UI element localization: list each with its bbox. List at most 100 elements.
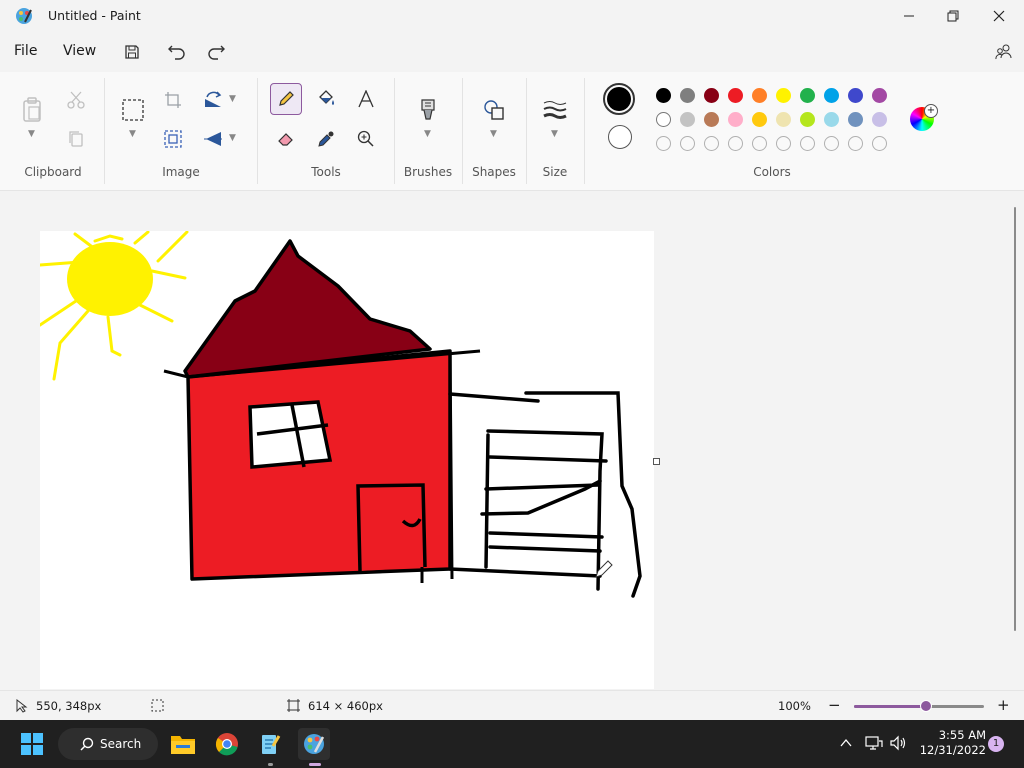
color-swatch[interactable]: [752, 88, 767, 103]
clock[interactable]: 3:55 AM 12/31/2022: [916, 728, 986, 758]
redo-button[interactable]: [202, 40, 230, 64]
color-swatch[interactable]: [728, 88, 743, 103]
select-chevron-icon[interactable]: ▼: [129, 129, 136, 139]
zoom-slider[interactable]: [854, 700, 984, 712]
minimize-button[interactable]: [886, 0, 932, 32]
menu-file[interactable]: File: [14, 43, 37, 59]
chevron-up-icon[interactable]: [840, 737, 852, 749]
cut-button[interactable]: [60, 84, 92, 116]
drawing-canvas[interactable]: [40, 231, 654, 689]
size-button[interactable]: [539, 94, 571, 126]
paste-chevron-icon[interactable]: ▼: [28, 129, 35, 139]
color-swatch[interactable]: [776, 112, 791, 127]
select-rectangle-icon: [122, 99, 144, 121]
vertical-scrollbar[interactable]: [1014, 207, 1016, 631]
color-swatch[interactable]: [704, 88, 719, 103]
brushes-button[interactable]: [412, 94, 444, 126]
color-swatch[interactable]: [776, 88, 791, 103]
sun-drawing: [40, 231, 189, 381]
file-explorer-taskbar-button[interactable]: [167, 728, 199, 760]
shapes-button[interactable]: [478, 94, 510, 126]
chrome-taskbar-button[interactable]: [211, 728, 243, 760]
image-group-label: Image: [162, 165, 200, 179]
size-chevron-icon[interactable]: ▼: [551, 129, 558, 139]
color-swatch[interactable]: [680, 88, 695, 103]
text-tool-button[interactable]: [350, 83, 382, 115]
color-swatch[interactable]: [680, 112, 695, 127]
edit-colors-button[interactable]: +: [910, 104, 938, 133]
undo-button[interactable]: [163, 40, 191, 64]
secondary-color-swatch[interactable]: [608, 125, 632, 149]
custom-color-slot[interactable]: [656, 136, 671, 151]
close-button[interactable]: [976, 0, 1022, 32]
fill-tool-button[interactable]: [310, 83, 342, 115]
restore-button[interactable]: [930, 0, 976, 32]
color-picker-tool-button[interactable]: [310, 123, 342, 155]
color-swatch[interactable]: [728, 112, 743, 127]
select-button[interactable]: [117, 94, 149, 126]
brushes-chevron-icon[interactable]: ▼: [424, 129, 431, 139]
start-button[interactable]: [16, 728, 48, 760]
status-bar: 550, 348px 614 × 460px 100% − +: [0, 690, 1024, 721]
custom-color-slot[interactable]: [728, 136, 743, 151]
rotate-button[interactable]: [197, 84, 229, 116]
custom-color-slot[interactable]: [752, 136, 767, 151]
color-swatch[interactable]: [656, 88, 671, 103]
custom-color-slot[interactable]: [872, 136, 887, 151]
resize-button[interactable]: [157, 123, 189, 155]
color-swatch[interactable]: [704, 112, 719, 127]
redo-icon: [208, 45, 225, 60]
title-bar: Untitled - Paint: [0, 0, 1024, 32]
custom-color-slot[interactable]: [704, 136, 719, 151]
zoom-in-button[interactable]: +: [997, 696, 1010, 714]
network-icon[interactable]: [865, 735, 883, 751]
menu-view[interactable]: View: [63, 43, 96, 59]
eraser-tool-button[interactable]: [270, 123, 302, 155]
copy-button[interactable]: [60, 123, 92, 155]
zoom-slider-thumb[interactable]: [919, 700, 932, 712]
custom-color-slot[interactable]: [800, 136, 815, 151]
people-icon: [995, 44, 1012, 60]
paste-button[interactable]: [16, 94, 48, 126]
flip-button[interactable]: [197, 123, 229, 155]
rotate-chevron-icon[interactable]: ▼: [229, 94, 236, 104]
custom-color-slot[interactable]: [776, 136, 791, 151]
eraser-icon: [278, 133, 293, 146]
zoom-level[interactable]: 100%: [778, 699, 811, 713]
color-swatch[interactable]: [800, 112, 815, 127]
ribbon: ▼ Clipboard ▼ ▼ ▼ Image Tools ▼ Brushes …: [0, 72, 1024, 191]
size-group-label: Size: [542, 165, 568, 179]
flip-chevron-icon[interactable]: ▼: [229, 133, 236, 143]
paint-taskbar-button[interactable]: [298, 728, 330, 760]
crop-button[interactable]: [157, 84, 189, 116]
color-swatch[interactable]: [872, 88, 887, 103]
color-swatch[interactable]: [872, 112, 887, 127]
notepad-taskbar-button[interactable]: [254, 728, 286, 760]
custom-color-slot[interactable]: [824, 136, 839, 151]
brush-icon: [421, 99, 435, 120]
color-swatch[interactable]: [656, 112, 671, 127]
zoom-out-button[interactable]: −: [828, 696, 841, 714]
magnifier-tool-button[interactable]: [350, 123, 382, 155]
shapes-chevron-icon[interactable]: ▼: [490, 129, 497, 139]
save-button[interactable]: [118, 40, 146, 64]
custom-color-slot[interactable]: [680, 136, 695, 151]
color-swatch[interactable]: [824, 88, 839, 103]
color-swatch[interactable]: [752, 112, 767, 127]
resize-icon: [164, 130, 182, 148]
color-swatch[interactable]: [800, 88, 815, 103]
canvas-resize-handle[interactable]: [653, 458, 660, 465]
pencil-tool-button[interactable]: [270, 83, 302, 115]
custom-color-slot[interactable]: [848, 136, 863, 151]
paint-icon: [304, 734, 325, 754]
notification-badge[interactable]: 1: [988, 736, 1004, 752]
color-swatch[interactable]: [848, 88, 863, 103]
primary-color-selector[interactable]: [603, 83, 635, 115]
color-swatch[interactable]: [824, 112, 839, 127]
restore-icon: [947, 10, 959, 22]
color-swatch[interactable]: [848, 112, 863, 127]
primary-color-swatch: [607, 87, 631, 111]
account-button[interactable]: [990, 40, 1018, 64]
volume-icon[interactable]: [890, 735, 908, 751]
taskbar-search[interactable]: Search: [58, 728, 158, 760]
